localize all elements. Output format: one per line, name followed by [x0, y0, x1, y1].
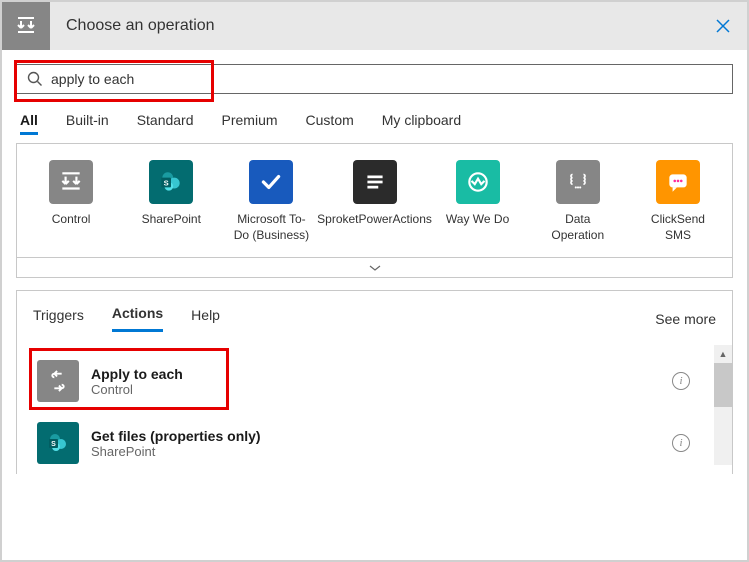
titlebar-title: Choose an operation	[50, 17, 699, 35]
connector-label: Control	[52, 212, 91, 228]
dataop-icon	[556, 160, 600, 204]
tab-built-in[interactable]: Built-in	[66, 112, 109, 135]
connector-label: Microsoft To-Do (Business)	[233, 212, 309, 243]
action-subtitle: SharePoint	[91, 444, 672, 459]
tab-triggers[interactable]: Triggers	[33, 307, 84, 331]
action-text: Apply to each Control	[91, 366, 672, 397]
sproket-icon	[353, 160, 397, 204]
connector-label: ClickSend SMS	[640, 212, 716, 243]
sharepoint-icon: S	[37, 422, 79, 464]
svg-text:S: S	[51, 441, 56, 448]
action-title: Get files (properties only)	[91, 428, 672, 444]
actions-panel: Triggers Actions Help See more Apply to …	[16, 290, 733, 474]
tab-standard[interactable]: Standard	[137, 112, 194, 135]
action-subtitle: Control	[91, 382, 672, 397]
svg-text:S: S	[164, 178, 169, 187]
todo-icon	[249, 160, 293, 204]
close-button[interactable]	[699, 2, 747, 50]
connector-label: SharePoint	[142, 212, 201, 228]
info-button[interactable]: i	[672, 434, 690, 452]
tab-all[interactable]: All	[20, 112, 38, 135]
close-icon	[715, 18, 731, 34]
see-more-link[interactable]: See more	[655, 311, 716, 327]
action-apply-to-each[interactable]: Apply to each Control i	[33, 350, 694, 412]
sub-tabs: Triggers Actions Help See more	[33, 305, 716, 332]
connector-microsoft-todo[interactable]: Microsoft To-Do (Business)	[233, 160, 309, 243]
tab-my-clipboard[interactable]: My clipboard	[382, 112, 461, 135]
connector-way-we-do[interactable]: Way We Do	[440, 160, 516, 243]
filter-tabs: All Built-in Standard Premium Custom My …	[16, 112, 733, 139]
expand-connectors-button[interactable]	[16, 258, 733, 278]
control-icon	[49, 160, 93, 204]
connector-data-operation[interactable]: Data Operation	[540, 160, 616, 243]
connector-sproketpoweractions[interactable]: SproketPowerActions	[334, 160, 416, 243]
tab-premium[interactable]: Premium	[222, 112, 278, 135]
action-get-files[interactable]: S Get files (properties only) SharePoint…	[33, 412, 694, 474]
connector-label: Way We Do	[446, 212, 509, 228]
action-title: Apply to each	[91, 366, 672, 382]
connector-sharepoint[interactable]: S SharePoint	[133, 160, 209, 243]
search-box[interactable]	[16, 64, 733, 94]
action-list: Apply to each Control i S Get files (pro…	[33, 350, 716, 474]
sharepoint-icon: S	[149, 160, 193, 204]
app-icon	[2, 2, 50, 50]
scrollbar-thumb[interactable]	[714, 363, 732, 407]
search-input[interactable]	[51, 71, 722, 87]
scrollbar[interactable]: ▲	[714, 345, 732, 465]
search-container	[16, 64, 733, 94]
connectors-panel: Control S SharePoint Microsoft To-Do (Bu…	[16, 143, 733, 258]
connector-label: Data Operation	[540, 212, 616, 243]
tab-help[interactable]: Help	[191, 307, 220, 331]
info-button[interactable]: i	[672, 372, 690, 390]
titlebar: Choose an operation	[2, 2, 747, 50]
tab-custom[interactable]: Custom	[306, 112, 354, 135]
apply-to-each-icon	[37, 360, 79, 402]
tab-actions[interactable]: Actions	[112, 305, 163, 332]
scroll-up-arrow[interactable]: ▲	[714, 345, 732, 363]
chevron-down-icon	[369, 264, 381, 272]
connector-control[interactable]: Control	[33, 160, 109, 243]
wayweedo-icon	[456, 160, 500, 204]
search-icon	[27, 71, 43, 87]
clicksend-icon	[656, 160, 700, 204]
connector-clicksend-sms[interactable]: ClickSend SMS	[640, 160, 716, 243]
action-text: Get files (properties only) SharePoint	[91, 428, 672, 459]
connector-label: SproketPowerActions	[317, 212, 432, 228]
